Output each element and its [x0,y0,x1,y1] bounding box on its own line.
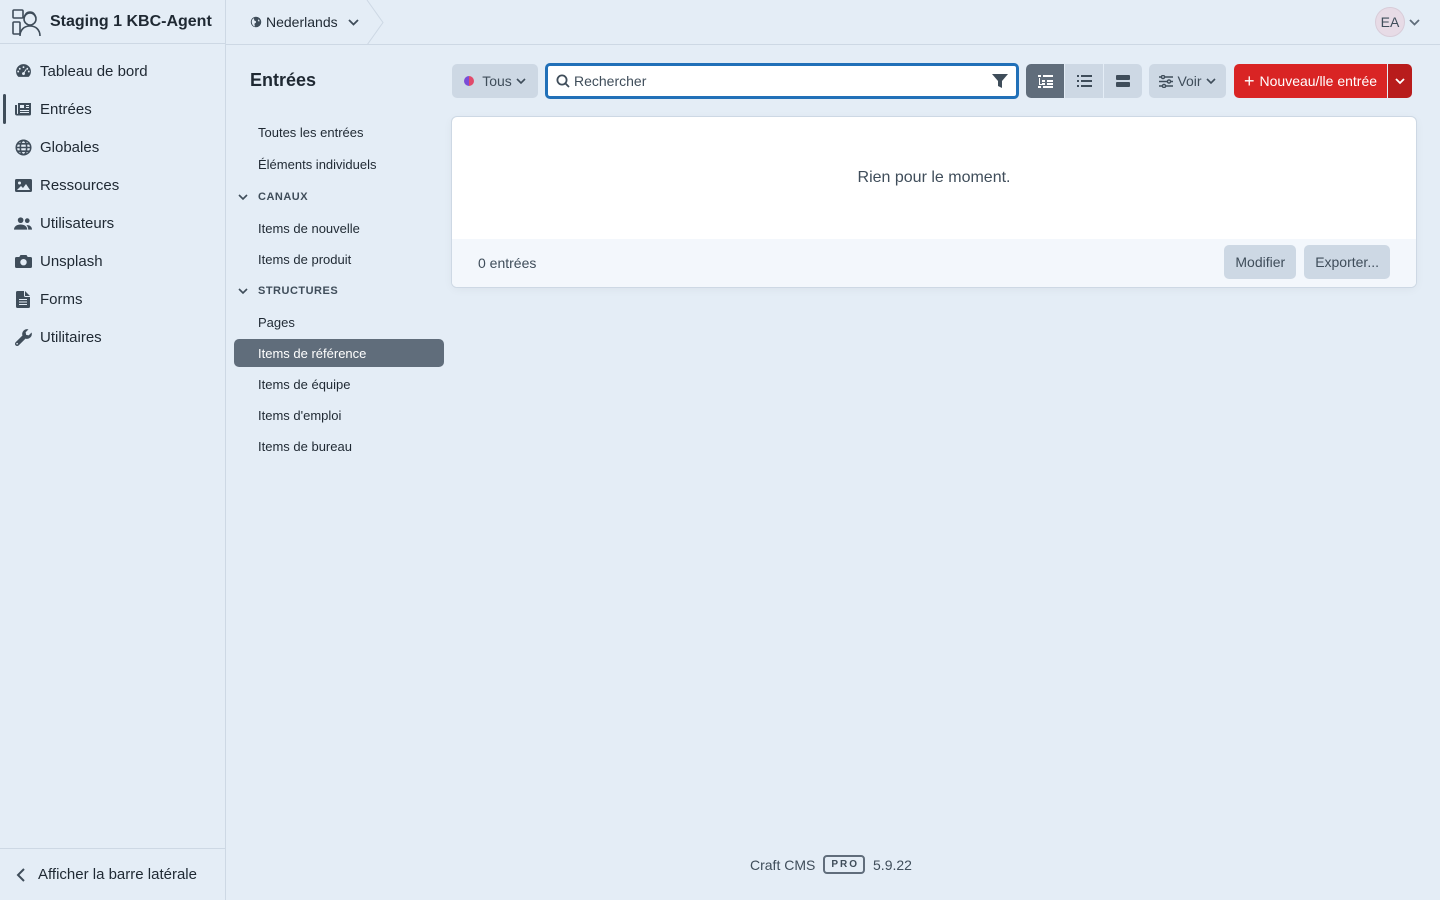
status-menu-button[interactable]: Tous [452,64,538,98]
newspaper-icon [14,100,32,118]
search-input[interactable] [574,73,992,89]
new-entry-button[interactable]: + Nouveau/lle entrée [1234,64,1388,98]
export-button[interactable]: Exporter... [1304,245,1390,279]
nav-label: Utilisateurs [40,214,115,232]
new-entry-button-group: + Nouveau/lle entrée [1234,64,1413,98]
structure-list-icon [1037,74,1053,88]
nav-label: Globales [40,138,100,156]
show-sidebar-toggle[interactable]: Afficher la barre latérale [0,848,225,900]
entries-count: 0 entrées [478,255,537,271]
empty-message: Rien pour le moment. [857,169,1011,186]
table-view-button[interactable] [1065,64,1103,98]
elements-footer: 0 entrées Modifier Exporter... [452,239,1416,287]
image-icon [14,176,32,194]
source-item-singles[interactable]: Éléments individuels [234,150,444,178]
nav-label: Tableau de bord [40,62,148,80]
chevron-down-icon [516,77,526,85]
avatar: EA [1375,7,1405,37]
page-title: Entrées [250,70,317,90]
chevron-down-icon [238,287,258,295]
cards-icon [1116,75,1130,87]
users-icon [14,214,32,232]
nav-item-entries[interactable]: Entrées [0,90,225,128]
view-label: Voir [1177,73,1202,89]
app-info: Craft CMS PRO 5.9.22 [750,855,912,874]
site-switcher-label: Nederlands [266,14,338,30]
elements-pane: Rien pour le moment. 0 entrées Modifier … [452,117,1416,287]
globe-icon [250,16,262,28]
topbar: Nederlands EA [226,0,1440,45]
view-menu-button[interactable]: Voir [1149,64,1226,98]
list-icon [1076,75,1092,87]
app-version: 5.9.22 [873,856,912,873]
status-label: Tous [482,73,512,89]
site-name: Staging 1 KBC-Agent [50,12,212,30]
view-mode-group [1026,64,1142,98]
source-item-reference-items[interactable]: Items de référence [234,339,444,367]
nav-label: Forms [40,290,83,308]
chevron-down-icon [1395,77,1405,85]
site-logo-icon [10,6,42,38]
chevron-down-icon [347,18,359,26]
source-item-product-items[interactable]: Items de produit [234,245,444,273]
wrench-icon [14,328,32,346]
nav-item-users[interactable]: Utilisateurs [0,204,225,242]
sources-sidebar: Toutes les entrées Éléments individuels … [234,118,444,463]
globe-icon [14,138,32,156]
source-item-job-items[interactable]: Items d'emploi [234,401,444,429]
show-sidebar-label: Afficher la barre latérale [38,866,197,883]
plus-icon: + [1244,71,1255,91]
filter-icon[interactable] [992,74,1008,88]
nav-item-dashboard[interactable]: Tableau de bord [0,52,225,90]
global-sidebar: Staging 1 KBC-Agent Tableau de bord Entr… [0,0,226,900]
card-view-button[interactable] [1104,64,1142,98]
chevron-down-icon [1409,18,1420,26]
file-lines-icon [14,290,32,308]
nav-item-forms[interactable]: Forms [0,280,225,318]
structure-view-button[interactable] [1026,64,1064,98]
source-item-team-items[interactable]: Items de équipe [234,370,444,398]
search-field[interactable] [545,63,1019,99]
site-header[interactable]: Staging 1 KBC-Agent [0,0,225,44]
edition-badge: PRO [823,855,866,874]
global-nav: Tableau de bord Entrées Globales Ressour… [0,44,225,356]
status-dot-icon [464,76,475,86]
modify-button[interactable]: Modifier [1224,245,1297,279]
new-entry-label: Nouveau/lle entrée [1259,73,1378,89]
nav-item-globals[interactable]: Globales [0,128,225,166]
nav-label: Utilitaires [40,328,102,346]
breadcrumb-separator [366,0,384,45]
footer-actions: Modifier Exporter... [1216,245,1390,279]
new-entry-menu-button[interactable] [1388,64,1413,98]
nav-item-assets[interactable]: Ressources [0,166,225,204]
source-heading-structures[interactable]: STRUCTURES [234,276,444,306]
nav-label: Ressources [40,176,120,194]
search-icon [556,74,570,88]
nav-item-utilities[interactable]: Utilitaires [0,318,225,356]
gauge-icon [14,62,32,80]
source-item-news-items[interactable]: Items de nouvelle [234,214,444,242]
source-heading-label: STRUCTURES [258,285,339,297]
chevron-down-icon [238,193,258,201]
nav-item-unsplash[interactable]: Unsplash [0,242,225,280]
chevron-down-icon [1205,77,1216,85]
source-item-pages[interactable]: Pages [234,308,444,336]
source-heading-channels[interactable]: CANAUX [234,182,444,212]
site-switcher[interactable]: Nederlands [226,0,375,44]
nav-label: Entrées [40,100,92,118]
source-heading-label: CANAUX [258,191,309,203]
source-item-all-entries[interactable]: Toutes les entrées [234,118,444,146]
source-item-office-items[interactable]: Items de bureau [234,432,444,460]
sliders-icon [1159,74,1174,88]
chevron-left-icon [16,867,26,882]
camera-icon [14,252,32,270]
app-name: Craft CMS [750,856,816,873]
account-menu[interactable]: EA [1375,7,1420,37]
toolbar: Tous V [452,63,1416,99]
nav-label: Unsplash [40,252,103,270]
